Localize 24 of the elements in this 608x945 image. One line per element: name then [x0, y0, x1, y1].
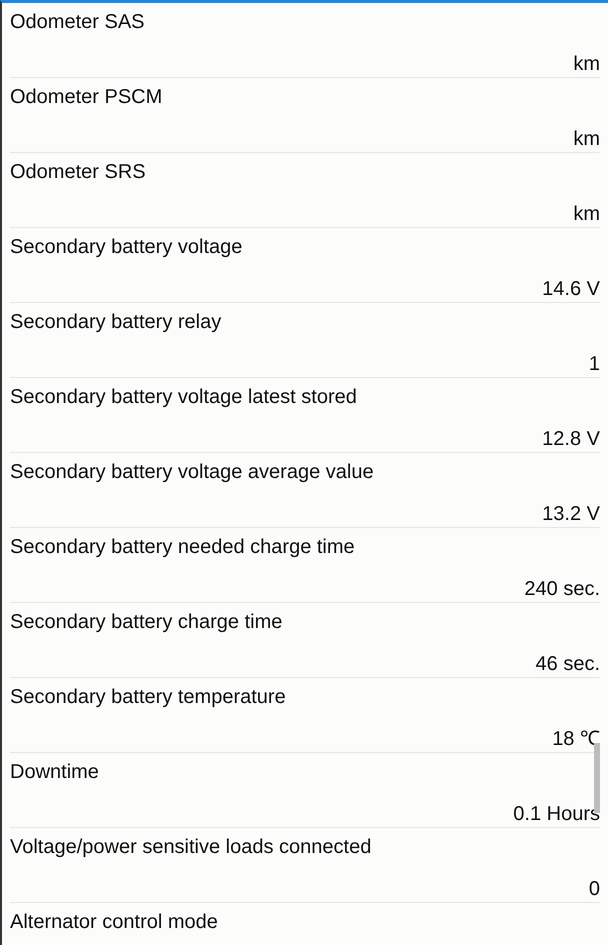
parameter-label: Secondary battery voltage average value — [10, 460, 375, 484]
parameter-value: 1 — [588, 352, 600, 376]
parameter-label: Secondary battery relay — [10, 310, 222, 334]
parameter-label: Odometer SAS — [10, 10, 146, 34]
parameter-label: Downtime — [10, 760, 100, 784]
parameter-value: 46 sec. — [536, 652, 600, 676]
parameter-label: Secondary battery voltage latest stored — [10, 385, 358, 409]
parameter-value: 240 sec. — [524, 577, 600, 601]
parameter-value: 0.1 Hours — [513, 802, 600, 826]
parameter-label: Alternator control mode — [10, 910, 219, 934]
parameter-label: Secondary battery charge time — [10, 610, 284, 634]
parameter-label: Secondary battery voltage — [10, 235, 244, 259]
parameter-label: Voltage/power sensitive loads connected — [10, 835, 372, 859]
parameter-label: Odometer SRS — [10, 160, 147, 184]
parameter-label: Secondary battery needed charge time — [10, 535, 356, 559]
parameter-value: 12.8 V — [542, 427, 600, 451]
parameter-label: Secondary battery temperature — [10, 685, 287, 709]
parameter-value: 0 — [588, 877, 600, 901]
parameter-value: km — [573, 127, 600, 151]
parameter-value: km — [573, 52, 600, 76]
parameter-value: 13.2 V — [542, 502, 600, 526]
parameter-value: 14.6 V — [542, 277, 600, 301]
parameter-value: km — [573, 202, 600, 226]
parameter-label: Odometer PSCM — [10, 85, 164, 109]
